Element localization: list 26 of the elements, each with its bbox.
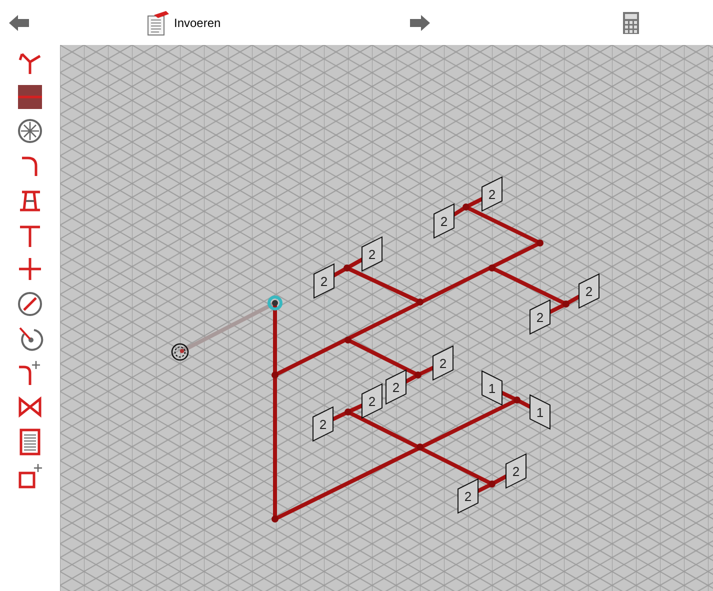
size-tag[interactable]: 2 (458, 478, 478, 514)
forward-arrow-icon[interactable] (408, 12, 431, 32)
hatched-panel-icon[interactable] (16, 82, 44, 110)
size-tag[interactable]: 2 (482, 176, 502, 212)
size-tag[interactable]: 1 (530, 394, 550, 430)
size-tag[interactable]: 1 (482, 370, 502, 406)
back-arrow-icon[interactable] (8, 12, 30, 32)
document-icon[interactable] (146, 10, 170, 36)
size-tag[interactable]: 2 (530, 299, 550, 335)
size-tag[interactable]: 2 (506, 453, 526, 489)
size-tag[interactable]: 2 (432, 345, 454, 381)
wheel-icon[interactable] (16, 117, 44, 145)
square-plus-icon[interactable] (16, 462, 44, 490)
cross-icon[interactable] (16, 255, 44, 283)
size-tag[interactable]: 2 (386, 369, 406, 405)
source-node-icon[interactable] (171, 343, 189, 361)
calculator-icon[interactable] (622, 10, 640, 34)
size-tag[interactable]: 2 (312, 406, 334, 442)
size-tag[interactable]: 2 (362, 236, 382, 272)
header-title: Invoeren (174, 14, 221, 32)
size-tag[interactable]: 2 (578, 273, 600, 309)
gauge-icon[interactable] (16, 290, 44, 318)
size-tag[interactable]: 2 (314, 263, 334, 299)
size-tag[interactable]: 2 (434, 203, 454, 239)
size-tag[interactable]: 2 (362, 383, 382, 419)
isometric-canvas[interactable]: 2 2 2 2 2 2 2 2 1 2 1 2 2 2 (60, 45, 713, 591)
